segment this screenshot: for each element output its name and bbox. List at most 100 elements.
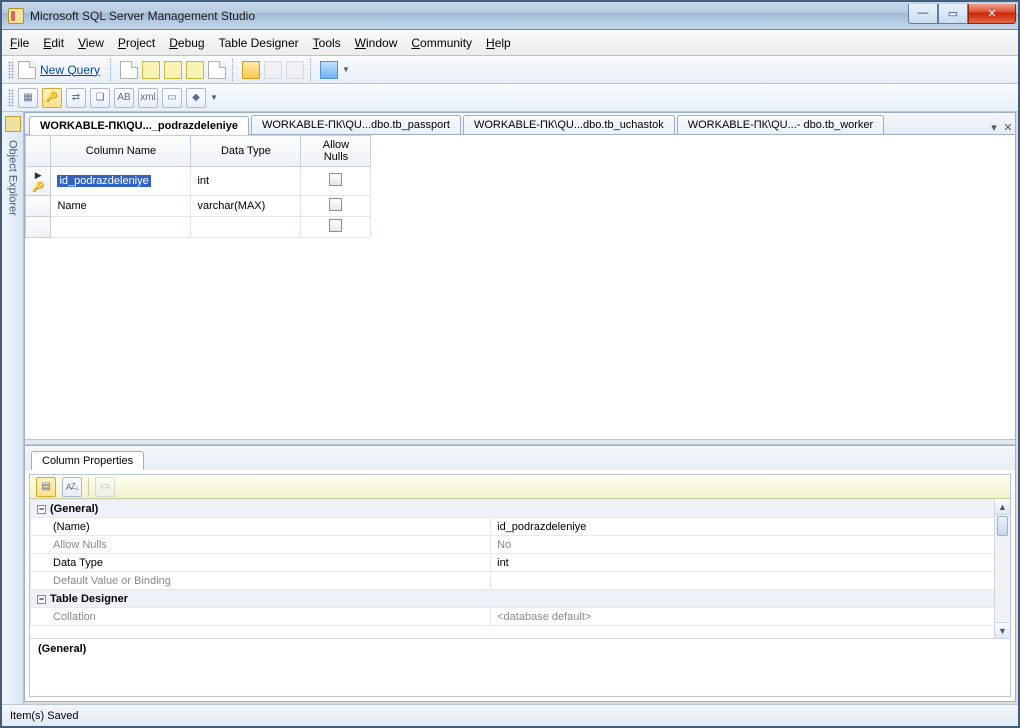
toolbar-separator (232, 59, 236, 81)
save-all-icon[interactable] (286, 61, 304, 79)
menu-help[interactable]: Help (486, 36, 511, 50)
cell-column-name[interactable]: Name (51, 196, 191, 217)
header-column-name[interactable]: Column Name (51, 136, 191, 167)
toolbar-grip-icon[interactable] (8, 61, 14, 79)
prop-dtype-key: Data Type (31, 554, 491, 572)
app-icon (8, 8, 24, 24)
active-files-dropdown-icon[interactable]: ▾ (987, 121, 1001, 134)
fulltext-index-icon[interactable]: AB (114, 88, 134, 108)
object-explorer-panel[interactable]: Object Explorer (2, 112, 24, 704)
cell-column-name[interactable] (51, 217, 191, 238)
column-properties-pane: Column Properties ▤ AZ↓ ▭ −(General) (Na… (25, 445, 1015, 701)
generate-script-icon[interactable]: ▦ (18, 88, 38, 108)
checkbox-icon[interactable] (329, 173, 342, 186)
categorized-view-icon[interactable]: ▤ (36, 477, 56, 497)
alphabetical-view-icon[interactable]: AZ↓ (62, 477, 82, 497)
new-query-button[interactable]: New Query (40, 63, 100, 77)
tab-podrazdeleniye[interactable]: WORKABLE-ПК\QU..._podrazdeleniye (29, 116, 249, 135)
save-icon[interactable] (264, 61, 282, 79)
minimize-button[interactable]: — (908, 4, 938, 24)
prop-nulls-value[interactable]: No (491, 536, 1010, 554)
toolbar-separator (110, 59, 114, 81)
menu-file[interactable]: File (10, 36, 29, 50)
open-file-icon[interactable] (242, 61, 260, 79)
prop-row[interactable]: Collation<database default> (31, 608, 1010, 626)
prop-default-key: Default Value or Binding (31, 572, 491, 590)
prop-collation-value[interactable]: <database default> (491, 608, 1010, 626)
menu-community[interactable]: Community (411, 36, 472, 50)
close-tab-icon[interactable]: ✕ (1001, 121, 1015, 134)
cell-allow-nulls[interactable] (301, 196, 371, 217)
property-grid: −(General) (Name)id_podrazdeleniye Allow… (30, 499, 1010, 638)
object-explorer-label: Object Explorer (7, 140, 19, 216)
cell-data-type[interactable] (191, 217, 301, 238)
cell-column-name[interactable]: id_podrazdeleniye (51, 167, 191, 196)
set-primary-key-icon[interactable]: 🔑 (42, 88, 62, 108)
tab-column-properties[interactable]: Column Properties (31, 451, 144, 470)
new-query-icon[interactable] (18, 61, 36, 79)
prop-row[interactable]: Default Value or Binding (31, 572, 1010, 590)
header-data-type[interactable]: Data Type (191, 136, 301, 167)
table-designer-toolbar: ▦ 🔑 ⇄ ❏ AB xml ▭ ◆ ▼ (2, 84, 1018, 112)
scroll-thumb[interactable] (997, 516, 1008, 536)
property-description: (General) (30, 638, 1010, 696)
menu-debug[interactable]: Debug (169, 36, 204, 50)
ce-query-icon[interactable] (208, 61, 226, 79)
cell-allow-nulls[interactable] (301, 217, 371, 238)
indexes-icon[interactable]: ❏ (90, 88, 110, 108)
menu-tools[interactable]: Tools (313, 36, 341, 50)
menu-project[interactable]: Project (118, 36, 155, 50)
row-selector[interactable]: ▶🔑 (26, 167, 51, 196)
cell-allow-nulls[interactable] (301, 167, 371, 196)
prop-row[interactable]: (Name)id_podrazdeleniye (31, 518, 1010, 536)
menu-window[interactable]: Window (355, 36, 398, 50)
mdx-query-icon[interactable] (142, 61, 160, 79)
menu-view[interactable]: View (78, 36, 104, 50)
cell-data-type[interactable]: varchar(MAX) (191, 196, 301, 217)
cell-data-type[interactable]: int (191, 167, 301, 196)
collapse-icon[interactable]: − (37, 505, 46, 514)
menu-edit[interactable]: Edit (43, 36, 64, 50)
de-query-icon[interactable] (120, 61, 138, 79)
prop-dtype-value[interactable]: int (491, 554, 1010, 572)
maximize-button[interactable]: ▭ (938, 4, 968, 24)
dmx-query-icon[interactable] (164, 61, 182, 79)
check-constraint-icon[interactable]: ▭ (162, 88, 182, 108)
property-pages-icon[interactable]: ▭ (95, 477, 115, 497)
tab-uchastok[interactable]: WORKABLE-ПК\QU...dbo.tb_uchastok (463, 115, 675, 134)
category-table-designer[interactable]: −Table Designer (31, 590, 1010, 608)
close-button[interactable]: ✕ (968, 4, 1016, 24)
primary-key-icon: 🔑 (32, 182, 44, 193)
menu-table-designer[interactable]: Table Designer (219, 36, 299, 50)
checkbox-icon[interactable] (329, 198, 342, 211)
property-grid-scrollbar[interactable]: ▲ ▼ (994, 499, 1010, 638)
activity-monitor-icon[interactable] (320, 61, 338, 79)
xmla-query-icon[interactable] (186, 61, 204, 79)
dropdown-arrow-icon[interactable]: ▼ (342, 65, 350, 74)
prop-row[interactable]: Allow NullsNo (31, 536, 1010, 554)
spatial-index-icon[interactable]: ◆ (186, 88, 206, 108)
prop-default-value[interactable] (491, 572, 1010, 590)
tab-passport[interactable]: WORKABLE-ПК\QU...dbo.tb_passport (251, 115, 461, 134)
toolbar-grip-icon[interactable] (8, 89, 14, 107)
table-row[interactable]: ▶🔑 id_podrazdeleniye int (26, 167, 371, 196)
toolbar-separator (310, 59, 314, 81)
document-area: WORKABLE-ПК\QU..._podrazdeleniye WORKABL… (24, 112, 1016, 702)
category-general[interactable]: −(General) (31, 500, 1010, 518)
relationships-icon[interactable]: ⇄ (66, 88, 86, 108)
checkbox-icon[interactable] (329, 219, 342, 232)
tab-worker[interactable]: WORKABLE-ПК\QU...- dbo.tb_worker (677, 115, 884, 134)
xml-index-icon[interactable]: xml (138, 88, 158, 108)
collapse-icon[interactable]: − (37, 595, 46, 604)
table-row[interactable]: Name varchar(MAX) (26, 196, 371, 217)
row-selector[interactable] (26, 217, 51, 238)
dropdown-arrow-icon[interactable]: ▼ (210, 93, 218, 102)
header-allow-nulls[interactable]: Allow Nulls (301, 136, 371, 167)
prop-name-value[interactable]: id_podrazdeleniye (491, 518, 1010, 536)
scroll-up-icon[interactable]: ▲ (995, 499, 1010, 515)
table-row[interactable] (26, 217, 371, 238)
prop-row[interactable]: Data Typeint (31, 554, 1010, 572)
scroll-down-icon[interactable]: ▼ (995, 622, 1010, 638)
properties-tabstrip: Column Properties (25, 446, 1015, 470)
row-selector[interactable] (26, 196, 51, 217)
